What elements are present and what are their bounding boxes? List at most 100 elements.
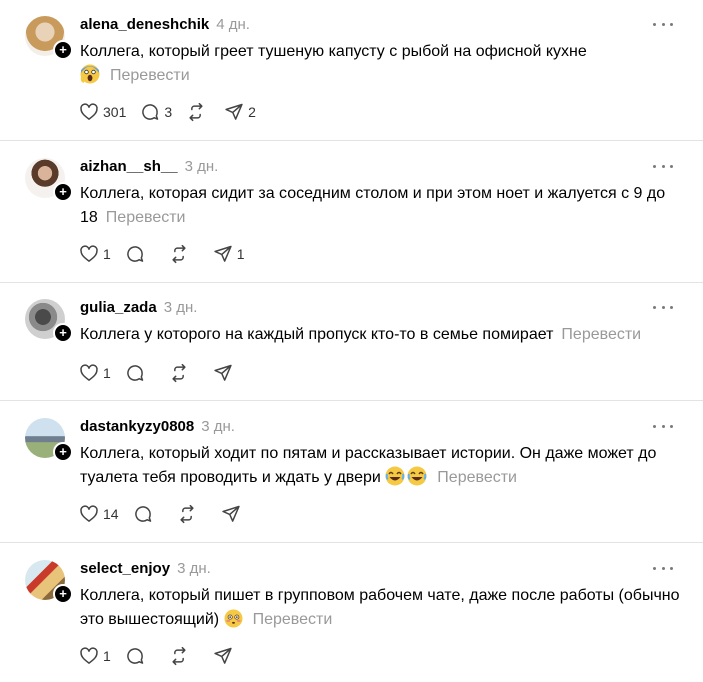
like-count: 301 [103,104,127,120]
repost-button[interactable] [169,244,193,264]
repost-button[interactable] [169,646,193,666]
translate-link[interactable]: Перевести [253,611,333,628]
like-button[interactable]: 14 [79,504,119,524]
timestamp[interactable]: 4 дн. [216,16,250,33]
follow-plus-icon[interactable]: + [53,40,73,60]
post: + select_enjoy 3 дн. Коллега, который пи… [0,543,703,682]
laughing-face-emoji [385,466,405,486]
post-text: Коллега, который пишет в групповом рабоч… [80,584,680,632]
post-actions: 1 [79,645,251,667]
like-button[interactable]: 301 [79,102,126,122]
follow-plus-icon[interactable]: + [53,584,73,604]
avatar[interactable]: + [25,16,73,60]
avatar[interactable]: + [25,560,73,604]
timestamp[interactable]: 3 дн. [164,299,198,316]
timestamp[interactable]: 3 дн. [177,560,211,577]
share-button[interactable] [221,504,245,524]
avatar[interactable]: + [25,418,73,462]
like-button[interactable]: 1 [79,244,111,264]
comment-icon [134,506,151,522]
comment-button[interactable] [125,244,149,264]
send-icon [225,103,243,120]
post-actions: 1 1 [79,243,259,265]
post: + alena_deneshchik 4 дн. Коллега, которы… [0,0,703,141]
follow-plus-icon[interactable]: + [53,323,73,343]
send-icon [214,364,232,381]
post: + aizhan__sh__ 3 дн. Коллега, которая си… [0,141,703,283]
more-options-icon[interactable] [653,420,673,432]
post-text: Коллега у которого на каждый пропуск кто… [80,323,680,347]
share-count: 2 [248,104,256,120]
send-icon [214,647,232,664]
repost-button[interactable] [169,363,193,383]
repost-icon [179,504,194,524]
avatar[interactable]: + [25,158,73,202]
comment-icon [127,246,144,262]
comment-button[interactable] [125,363,149,383]
post-body: Коллега у которого на каждый пропуск кто… [80,326,554,343]
more-options-icon[interactable] [653,562,673,574]
post-actions: 301 3 2 [79,101,270,123]
heart-icon [80,103,98,120]
post: + dastankyzy0808 3 дн. Коллега, который … [0,401,703,543]
like-button[interactable]: 1 [79,363,111,383]
share-button[interactable]: 1 [213,244,245,264]
username[interactable]: dastankyzy0808 [80,418,194,435]
repost-button[interactable] [186,102,210,122]
post-text: Коллега, который ходит по пятам и расска… [80,442,680,490]
share-button[interactable] [213,646,237,666]
laughing-face-emoji [407,466,427,486]
more-options-icon[interactable] [653,301,673,313]
repost-icon [172,363,186,383]
repost-button[interactable] [177,504,201,524]
repost-icon [172,646,186,666]
post: + gulia_zada 3 дн. Коллега у которого на… [0,283,703,401]
follow-plus-icon[interactable]: + [53,442,73,462]
heart-icon [80,245,98,262]
like-count: 14 [103,506,119,522]
translate-link[interactable]: Перевести [106,209,186,226]
post-actions: 1 [79,362,251,384]
timestamp[interactable]: 3 дн. [185,158,219,175]
username[interactable]: select_enjoy [80,560,170,577]
comment-button[interactable] [125,646,149,666]
share-button[interactable] [213,363,237,383]
heart-icon [80,364,98,381]
repost-icon [189,102,203,122]
post-body: Коллега, который пишет в групповом рабоч… [80,587,680,628]
screaming-face-emoji [80,64,100,84]
like-count: 1 [103,246,111,262]
timestamp[interactable]: 3 дн. [201,418,235,435]
translate-link[interactable]: Перевести [561,326,641,343]
avatar[interactable]: + [25,299,73,343]
post-text: Коллега, который греет тушеную капусту с… [80,40,680,88]
post-body: Коллега, который ходит по пятам и расска… [80,445,657,486]
comment-button[interactable]: 3 [140,102,172,122]
username[interactable]: alena_deneshchik [80,16,209,33]
like-button[interactable]: 1 [79,646,111,666]
like-count: 1 [103,365,111,381]
heart-icon [80,647,98,664]
share-button[interactable]: 2 [224,102,256,122]
send-icon [214,245,232,262]
comment-icon [127,365,144,381]
threads-feed: + alena_deneshchik 4 дн. Коллега, которы… [0,0,703,682]
heart-icon [80,505,98,522]
follow-plus-icon[interactable]: + [53,182,73,202]
translate-link[interactable]: Перевести [110,67,190,84]
username[interactable]: aizhan__sh__ [80,158,178,175]
username[interactable]: gulia_zada [80,299,157,316]
comment-icon [142,104,159,120]
comment-icon [127,648,144,664]
flushed-face-emoji [224,609,243,628]
send-icon [221,505,240,522]
comment-count: 3 [164,104,173,120]
like-count: 1 [103,648,111,664]
comment-button[interactable] [133,504,157,524]
post-body: Коллега, который греет тушеную капусту с… [80,43,587,60]
more-options-icon[interactable] [653,160,673,172]
repost-icon [172,244,186,264]
more-options-icon[interactable] [653,18,673,30]
translate-link[interactable]: Перевести [437,469,517,486]
post-actions: 14 [79,503,259,525]
